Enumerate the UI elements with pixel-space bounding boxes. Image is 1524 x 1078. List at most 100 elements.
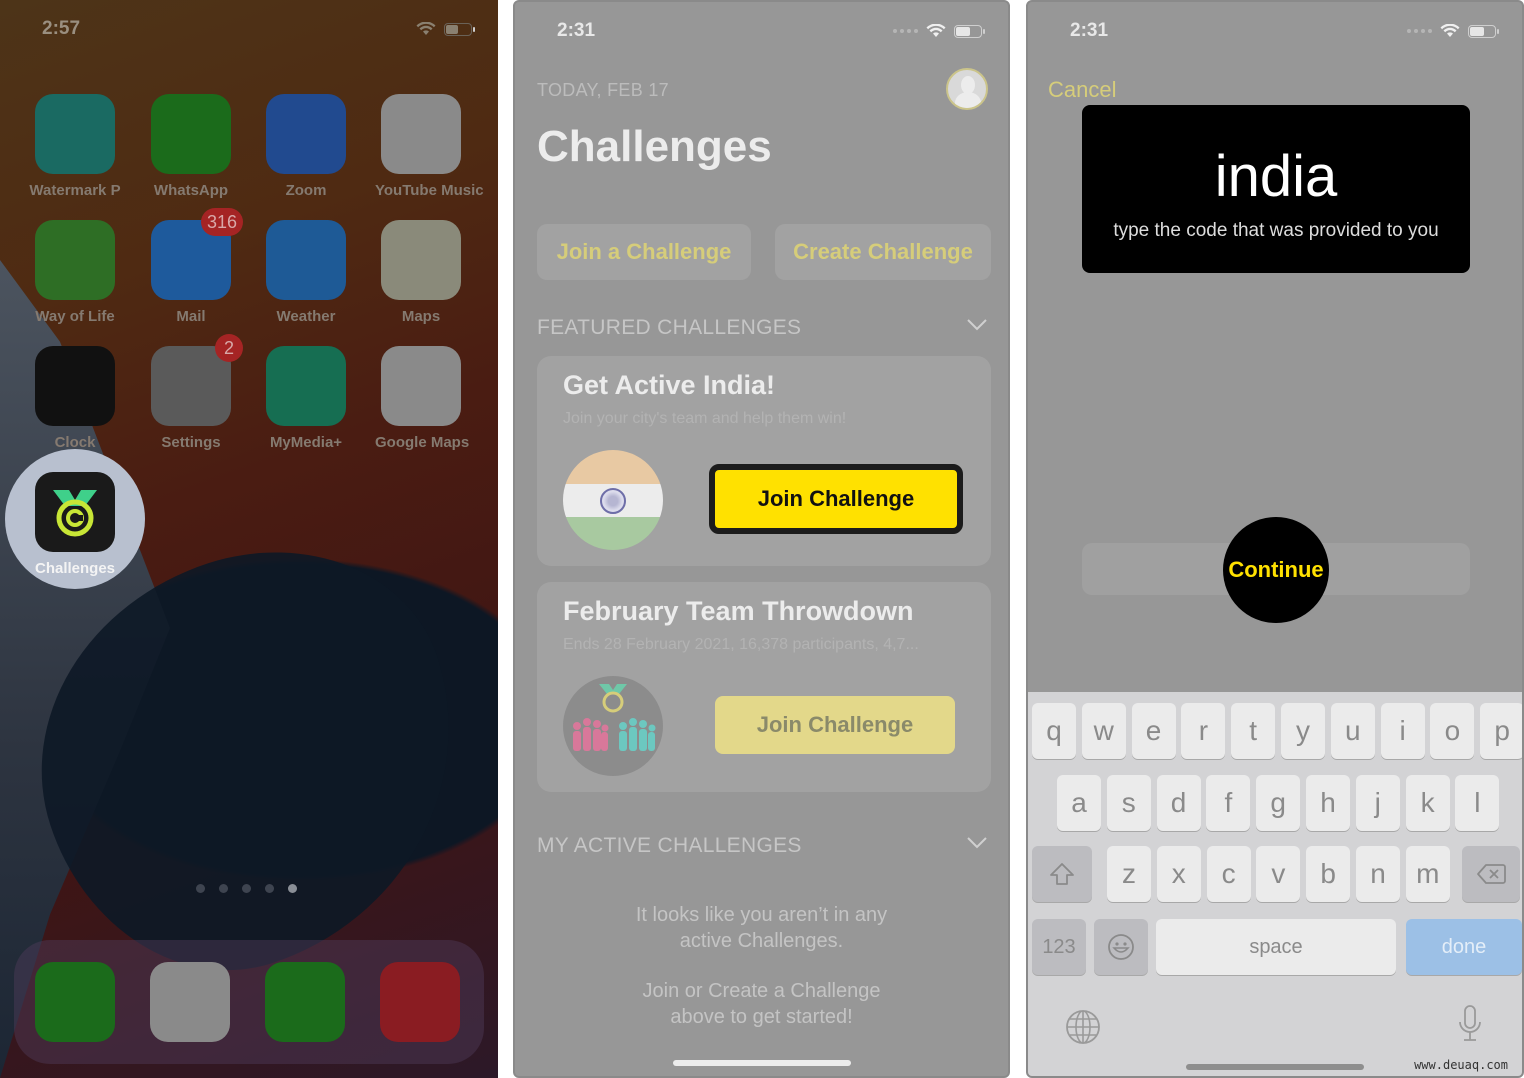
key-l[interactable]: l (1455, 775, 1500, 831)
key-r[interactable]: r (1181, 703, 1226, 759)
app-label: Google Maps (375, 434, 470, 451)
dock-app-messages[interactable] (259, 962, 351, 1042)
challenge-title: February Team Throwdown (563, 596, 914, 626)
key-i[interactable]: i (1380, 703, 1425, 759)
mail-icon: 316 (151, 208, 243, 300)
chevron-down-icon[interactable] (966, 830, 988, 856)
keyboard: qwertyuiop asdfghjkl zxcvbnm 123 space d… (1028, 692, 1522, 1076)
google-maps-icon (381, 346, 461, 426)
app-maps[interactable]: Maps (375, 220, 467, 325)
app-settings[interactable]: 2 Settings (145, 334, 243, 451)
featured-challenge-card: February Team Throwdown Ends 28 February… (537, 582, 991, 792)
messages-icon (265, 962, 345, 1042)
join-challenge-button[interactable]: Join Challenge (715, 696, 955, 754)
key-x[interactable]: x (1156, 846, 1201, 902)
empty-state-line: active Challenges. (679, 930, 844, 952)
key-h[interactable]: h (1306, 775, 1350, 831)
status-icons (893, 24, 985, 38)
profile-avatar[interactable] (946, 68, 988, 110)
continue-button[interactable]: Continue (1223, 517, 1329, 623)
app-clock[interactable]: Clock (29, 346, 121, 451)
numbers-key[interactable]: 123 (1032, 919, 1086, 975)
page-dot (196, 884, 205, 893)
continue-label: Continue (1228, 557, 1324, 582)
app-label: Way of Life (35, 308, 115, 325)
code-input-hint: type the code that was provided to you (1113, 220, 1439, 241)
key-c[interactable]: c (1206, 846, 1251, 902)
key-w[interactable]: w (1081, 703, 1126, 759)
key-y[interactable]: y (1281, 703, 1325, 759)
join-a-challenge-button[interactable]: Join a Challenge (537, 224, 751, 280)
microphone-icon[interactable] (1456, 1004, 1484, 1049)
key-n[interactable]: n (1356, 846, 1400, 902)
settings-icon: 2 (151, 334, 243, 426)
app-label: Weather (276, 308, 336, 325)
key-t[interactable]: t (1231, 703, 1276, 759)
key-v[interactable]: v (1256, 846, 1301, 902)
key-d[interactable]: d (1156, 775, 1201, 831)
challenges-screen-panel: 2:31 TODAY, FEB 17 Challenges Join a Cha… (513, 0, 1010, 1078)
whatsapp-icon (151, 94, 231, 174)
dock-app-phone[interactable] (29, 962, 121, 1042)
phone-icon (35, 962, 115, 1042)
page-indicator[interactable] (196, 884, 297, 893)
globe-icon[interactable] (1064, 1008, 1102, 1051)
signal-icon (1407, 29, 1432, 33)
key-k[interactable]: k (1405, 775, 1450, 831)
app-mymedia[interactable]: MyMedia+ (260, 346, 352, 451)
key-s[interactable]: s (1106, 775, 1151, 831)
create-challenge-button[interactable]: Create Challenge (775, 224, 991, 280)
key-f[interactable]: f (1206, 775, 1251, 831)
key-p[interactable]: p (1480, 703, 1522, 759)
notification-badge: 316 (200, 208, 243, 236)
app-label: Mail (176, 308, 206, 325)
done-key[interactable]: done (1406, 919, 1522, 975)
join-challenge-button[interactable]: Join Challenge (709, 464, 963, 534)
home-indicator[interactable] (672, 1060, 851, 1066)
key-j[interactable]: j (1355, 775, 1400, 831)
shift-key[interactable] (1032, 846, 1092, 902)
app-mail[interactable]: 316 Mail (145, 208, 243, 325)
key-m[interactable]: m (1405, 846, 1450, 902)
app-whatsapp[interactable]: WhatsApp (145, 94, 237, 199)
key-e[interactable]: e (1131, 703, 1176, 759)
app-youtube-music[interactable]: YouTube Music (375, 94, 484, 199)
battery-icon (1468, 24, 1499, 38)
app-zoom[interactable]: Zoom (260, 94, 352, 199)
space-key[interactable]: space (1156, 919, 1396, 975)
code-input-value[interactable]: india (1082, 143, 1470, 210)
key-o[interactable]: o (1430, 703, 1475, 759)
app-label: Watermark P (29, 182, 121, 199)
empty-state-line: above to get started! (670, 1006, 853, 1028)
app-watermark-p[interactable]: Watermark P (29, 94, 121, 199)
chevron-down-icon[interactable] (966, 312, 988, 338)
home-screen-panel: 2:57 Watermark P WhatsApp Zoom YouTube Musi… (0, 0, 498, 1078)
backspace-key[interactable] (1462, 846, 1520, 902)
key-g[interactable]: g (1256, 775, 1301, 831)
dock-app-music[interactable] (374, 962, 466, 1042)
key-q[interactable]: q (1032, 703, 1076, 759)
page-dot (242, 884, 251, 893)
avatar-body (955, 92, 981, 108)
cancel-button[interactable]: Cancel (1048, 77, 1116, 103)
app-challenges[interactable]: Challenges (29, 472, 121, 577)
wifi-icon (1440, 24, 1460, 38)
home-indicator[interactable] (1186, 1064, 1364, 1070)
key-b[interactable]: b (1306, 846, 1351, 902)
key-u[interactable]: u (1330, 703, 1375, 759)
backspace-icon (1477, 864, 1506, 884)
app-way-of-life[interactable]: Way of Life (29, 220, 121, 325)
app-weather[interactable]: Weather (260, 220, 352, 325)
safari-icon (150, 962, 230, 1042)
wifi-icon (926, 24, 946, 38)
dock-app-safari[interactable] (144, 962, 236, 1042)
key-a[interactable]: a (1057, 775, 1101, 831)
key-z[interactable]: z (1107, 846, 1151, 902)
app-google-maps[interactable]: Google Maps (375, 346, 470, 451)
emoji-key[interactable] (1094, 919, 1148, 975)
code-input-box[interactable]: india type the code that was provided to… (1082, 105, 1470, 273)
watermark-text: www.deuaq.com (1414, 1058, 1508, 1072)
notification-badge: 2 (215, 334, 243, 362)
music-icon (380, 962, 460, 1042)
shift-icon (1050, 863, 1074, 885)
